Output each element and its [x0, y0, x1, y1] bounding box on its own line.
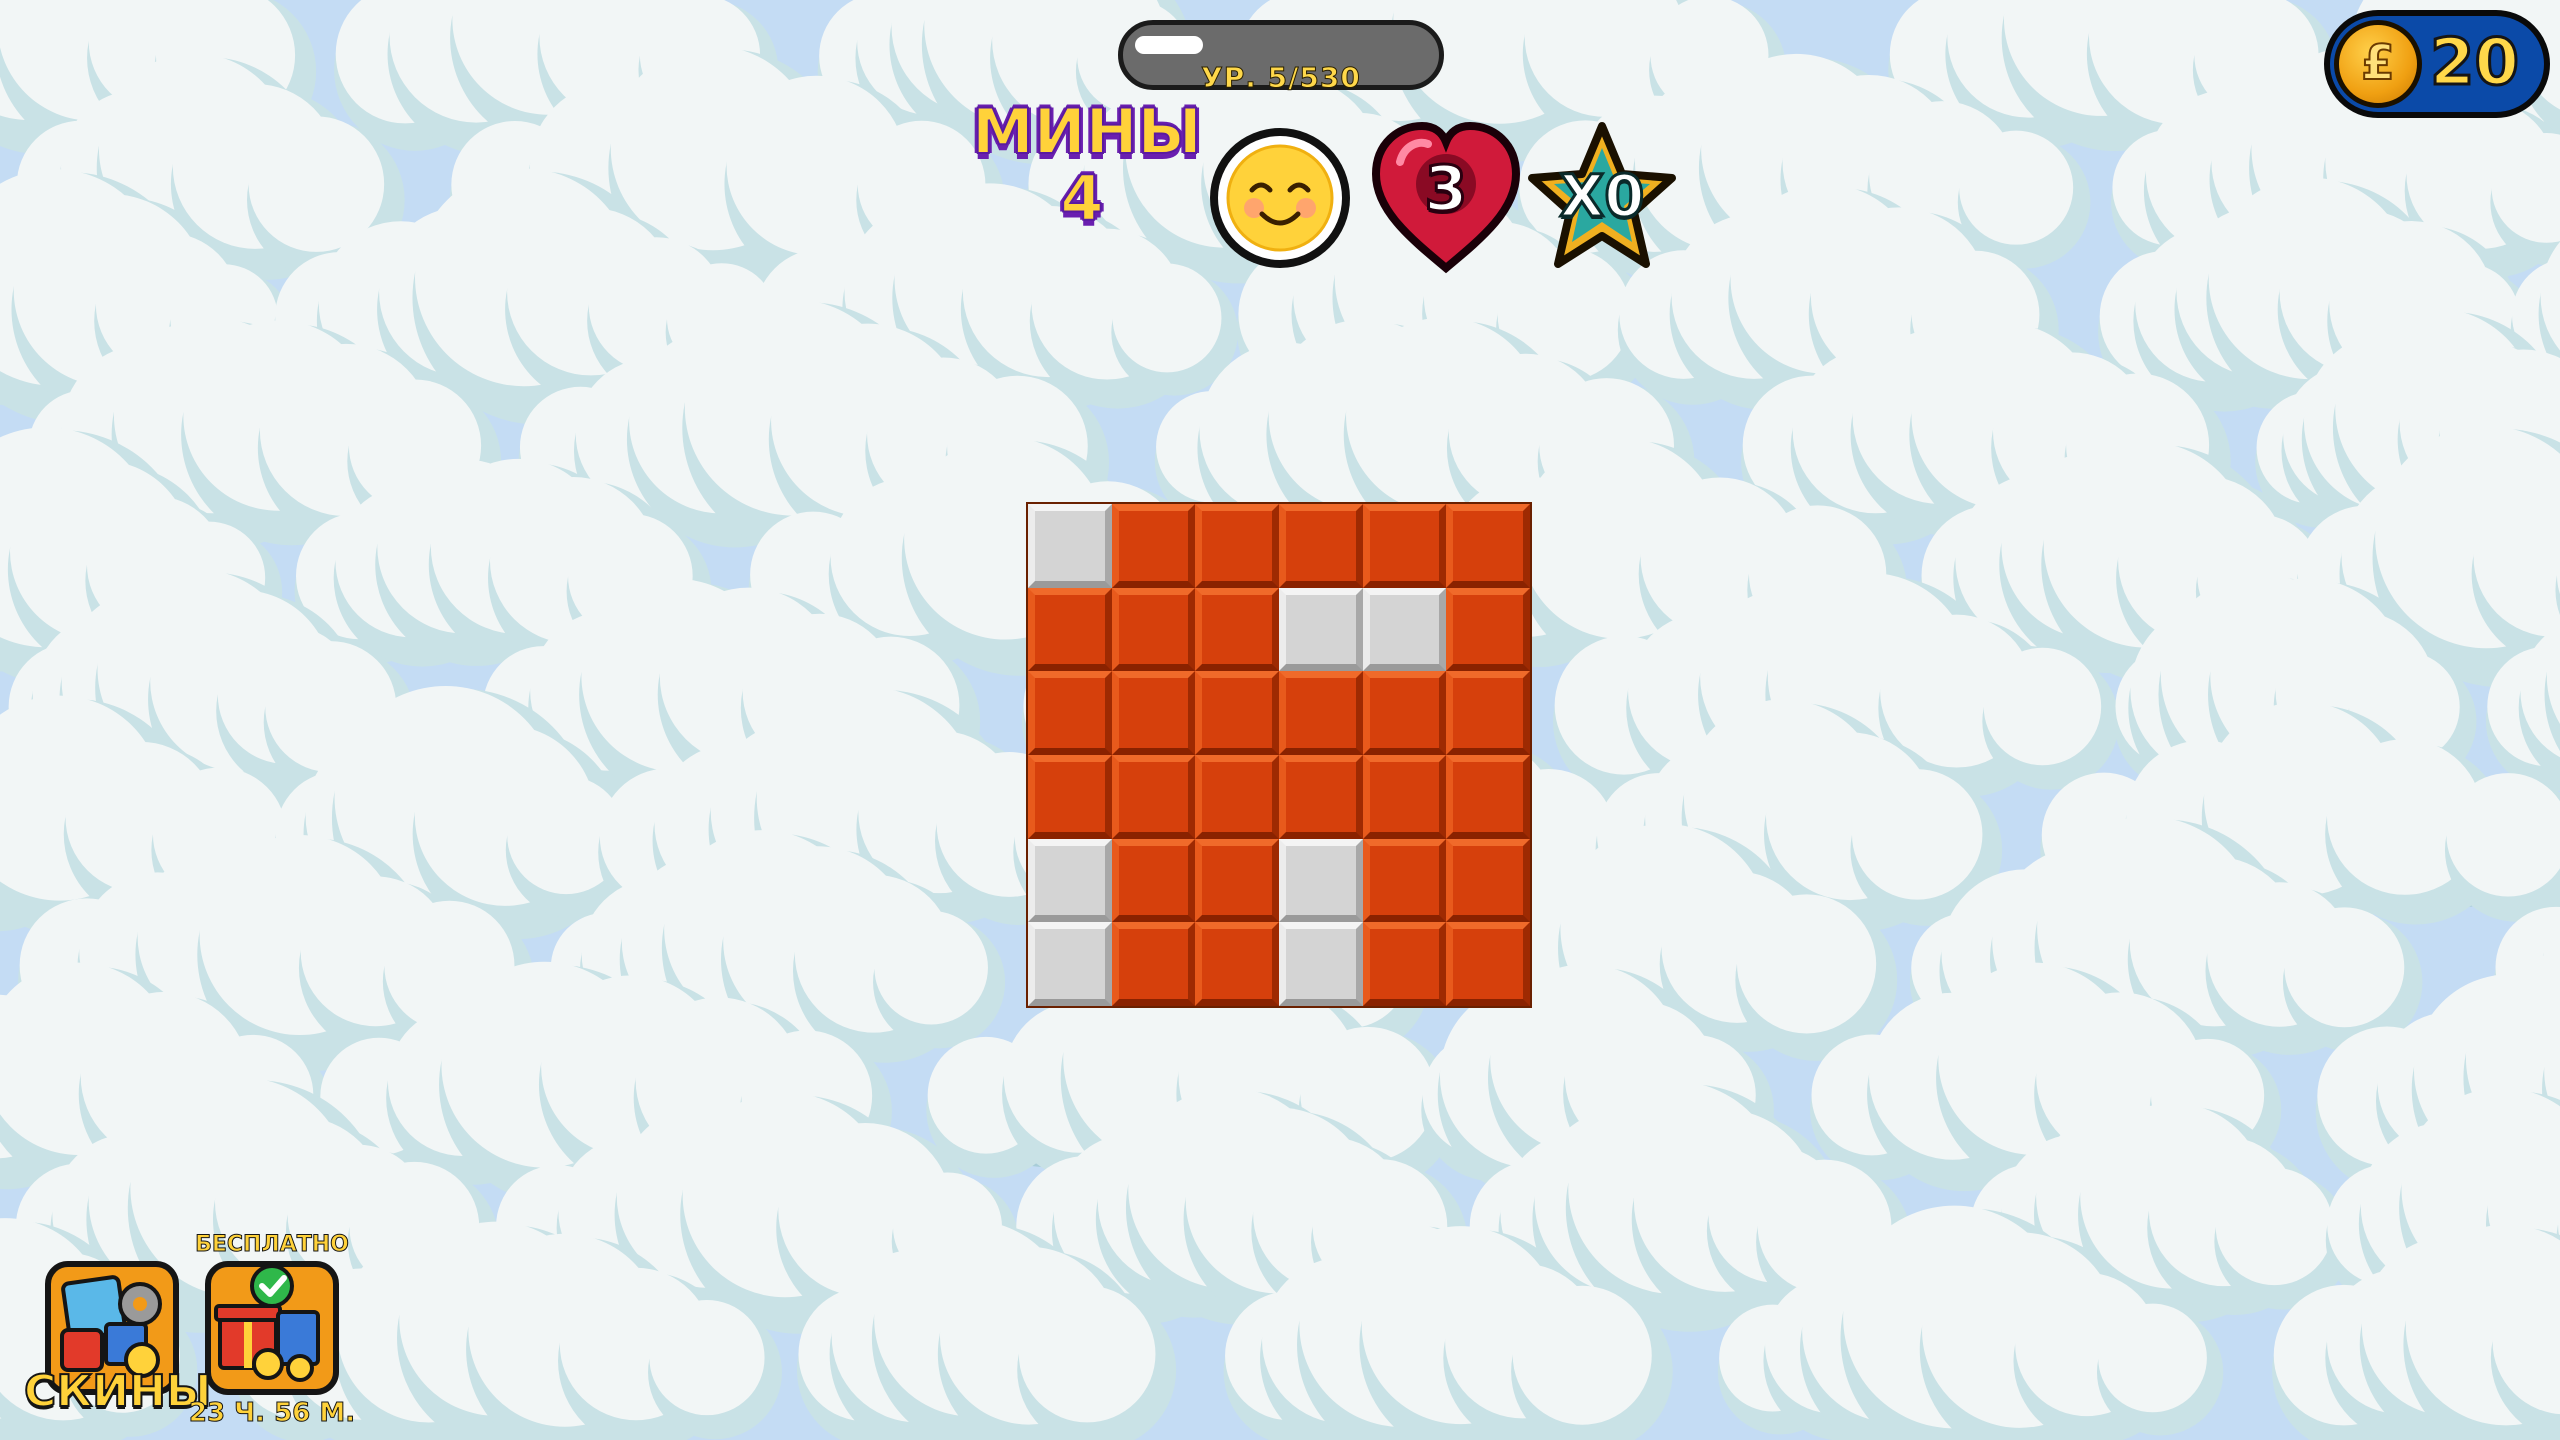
mines-count: 4 [1059, 162, 1104, 235]
board-cell-closed[interactable] [1195, 922, 1279, 1006]
board-cell-open[interactable] [1278, 838, 1363, 923]
level-label: УР. 5/530 [1201, 61, 1361, 95]
level-progress-bar: УР. 5/530 [1118, 20, 1444, 95]
board-cell-closed[interactable] [1362, 671, 1447, 755]
board-cell-closed[interactable] [1028, 671, 1112, 755]
board-cell-closed[interactable] [1362, 754, 1447, 839]
board-cell-closed[interactable] [1195, 671, 1279, 755]
board-cell-closed[interactable] [1111, 754, 1196, 839]
board-cell-closed[interactable] [1111, 922, 1196, 1006]
board-cell-closed[interactable] [1195, 504, 1279, 588]
board-cell-open[interactable] [1278, 587, 1363, 672]
gift-timer: 23 Ч. 56 М. [188, 1398, 356, 1429]
board-cell-open[interactable] [1362, 587, 1447, 672]
board-cell-closed[interactable] [1111, 838, 1196, 923]
board-cell-closed[interactable] [1446, 587, 1530, 672]
lives-count: 3 [1423, 151, 1469, 227]
board-cell-closed[interactable] [1195, 838, 1279, 923]
board-cell-closed[interactable] [1446, 838, 1530, 923]
level-progress-fill [1135, 36, 1203, 54]
board-cell-closed[interactable] [1195, 587, 1279, 672]
smiley-face-icon[interactable] [1206, 124, 1354, 272]
coin-icon: £ [2334, 20, 2422, 108]
board-cell-closed[interactable] [1446, 922, 1530, 1006]
board-cell-closed[interactable] [1028, 587, 1112, 672]
coin-counter[interactable]: £ 20 [2324, 10, 2550, 118]
board-cell-closed[interactable] [1362, 922, 1447, 1006]
multiplier-value: X0 [1558, 161, 1646, 232]
board-cell-closed[interactable] [1111, 671, 1196, 755]
coin-count: 20 [2428, 25, 2520, 102]
skins-label: СКИНЫ [23, 1365, 213, 1418]
mines-counter: МИНЫ 4 [971, 95, 1203, 235]
board-cell-closed[interactable] [1446, 671, 1530, 755]
mines-label: МИНЫ [971, 95, 1203, 168]
board-cell-open[interactable] [1028, 504, 1112, 588]
board-cell-closed[interactable] [1278, 754, 1363, 839]
board-cell-closed[interactable] [1362, 504, 1447, 588]
board-cell-closed[interactable] [1111, 587, 1196, 672]
board-cell-closed[interactable] [1446, 754, 1530, 839]
board-cell-open[interactable] [1028, 838, 1112, 923]
board-cell-closed[interactable] [1278, 671, 1363, 755]
board-cell-closed[interactable] [1111, 504, 1196, 588]
board-cell-open[interactable] [1278, 922, 1363, 1006]
gift-icon[interactable] [204, 1260, 340, 1396]
board-cell-closed[interactable] [1195, 754, 1279, 839]
board-cell-closed[interactable] [1446, 504, 1530, 588]
board-cell-closed[interactable] [1028, 754, 1112, 839]
board-cell-closed[interactable] [1278, 504, 1363, 588]
board-cell-closed[interactable] [1362, 838, 1447, 923]
gift-free-badge: БЕСПЛАТНО [195, 1232, 350, 1258]
board-cell-open[interactable] [1028, 922, 1112, 1006]
game-board [1028, 504, 1530, 1006]
